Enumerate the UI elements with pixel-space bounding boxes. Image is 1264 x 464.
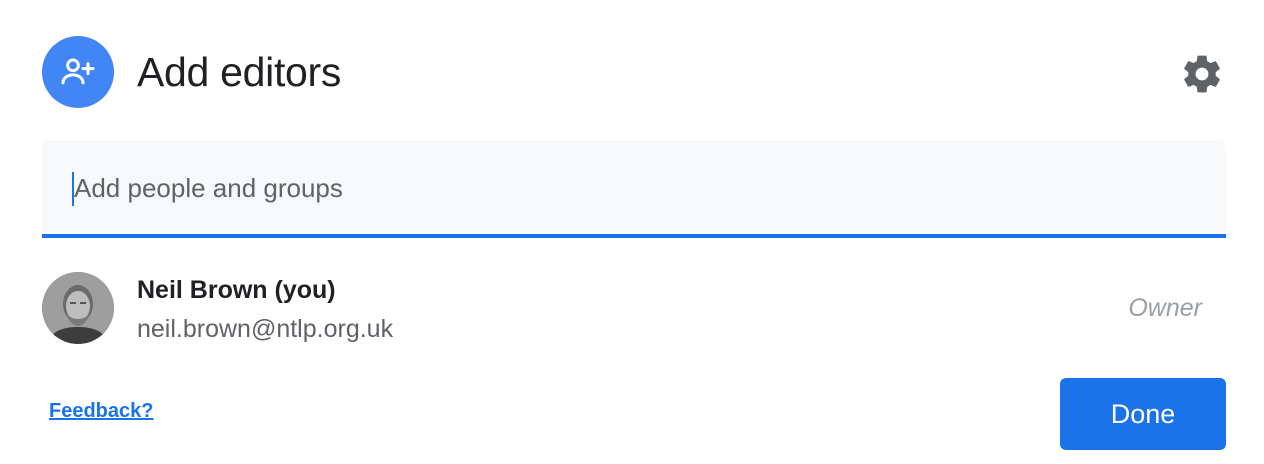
person-add-icon xyxy=(42,36,114,108)
avatar xyxy=(42,272,114,344)
add-editors-dialog: Add editors Neil Brown (you) neil.brown@… xyxy=(0,0,1264,464)
user-photo-icon xyxy=(42,272,114,344)
person-row: Neil Brown (you) neil.brown@ntlp.org.uk … xyxy=(42,270,1226,346)
add-people-field[interactable] xyxy=(42,140,1226,238)
dialog-title: Add editors xyxy=(137,49,342,95)
person-add-glyph xyxy=(61,58,95,85)
settings-button[interactable] xyxy=(1178,50,1226,98)
person-name: Neil Brown (you) xyxy=(137,276,336,304)
add-people-input[interactable] xyxy=(72,166,1202,210)
feedback-link[interactable]: Feedback? xyxy=(49,400,153,423)
text-caret xyxy=(72,172,74,206)
gear-icon xyxy=(1184,55,1220,93)
role-label: Owner xyxy=(1128,294,1202,322)
done-button[interactable]: Done xyxy=(1060,378,1226,450)
person-email: neil.brown@ntlp.org.uk xyxy=(137,315,394,343)
